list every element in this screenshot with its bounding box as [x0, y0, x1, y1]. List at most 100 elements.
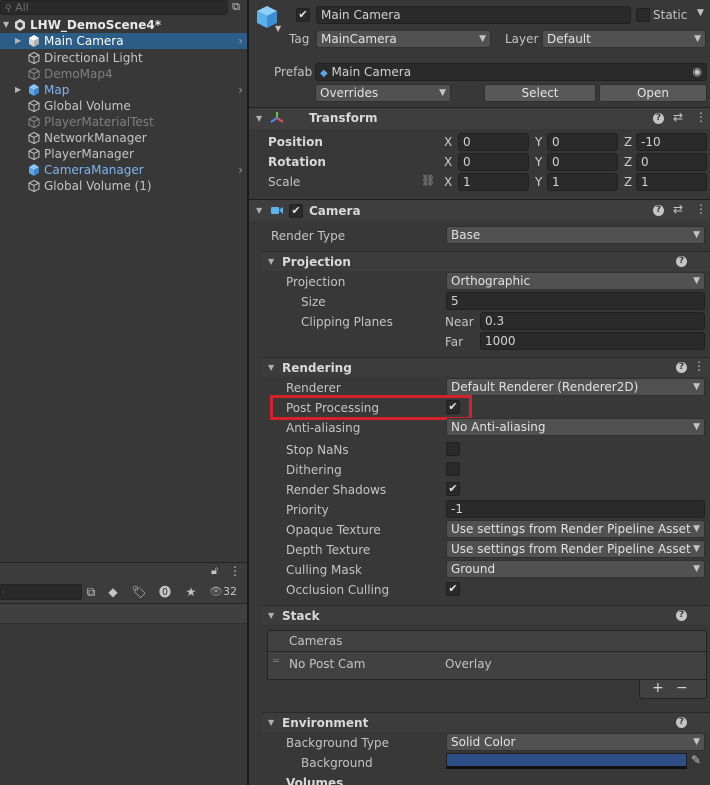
chevron-right-icon[interactable]: ›	[238, 33, 243, 49]
drag-handle-icon[interactable]: ═	[273, 656, 279, 667]
occlusion-culling-checkbox[interactable]: ✔	[446, 582, 460, 596]
search-by-type-icon[interactable]: ⧉	[82, 584, 100, 600]
rotation-z-input[interactable]: 0	[636, 153, 707, 171]
environment-section-header[interactable]: ▼ Environment ?	[261, 712, 710, 732]
stack-section-header[interactable]: ▼ Stack ?	[261, 605, 710, 625]
anti-aliasing-dropdown[interactable]: No Anti-aliasing ▼	[446, 418, 705, 436]
position-y-input[interactable]: 0	[547, 133, 618, 151]
eyedropper-icon[interactable]: ✎	[691, 753, 701, 767]
help-icon[interactable]: ?	[653, 113, 664, 124]
add-icon[interactable]: +	[652, 680, 664, 696]
position-z-input[interactable]: -10	[636, 133, 707, 151]
render-type-dropdown[interactable]: Base ▼	[446, 226, 705, 244]
kebab-menu-icon[interactable]: ⋮	[229, 564, 241, 578]
expand-arrow-icon[interactable]: ▼	[3, 17, 9, 33]
near-input[interactable]: 0.3	[480, 312, 705, 330]
depth-texture-dropdown[interactable]: Use settings from Render Pipeline Asset ▼	[446, 540, 705, 558]
overrides-dropdown[interactable]: Overrides ▼	[315, 84, 451, 102]
warning-toggle-icon[interactable]: ⓿	[156, 584, 174, 600]
kebab-menu-icon[interactable]: ⋮	[695, 110, 707, 124]
collapse-arrow-icon[interactable]: ▼	[268, 257, 274, 266]
help-icon[interactable]: ?	[676, 717, 687, 728]
help-icon[interactable]: ?	[676, 610, 687, 621]
prefab-asset-field[interactable]: ◆ Main Camera ◉	[315, 63, 707, 81]
background-type-dropdown[interactable]: Solid Color ▼	[446, 733, 705, 751]
object-name-input[interactable]: Main Camera	[316, 6, 631, 24]
chevron-right-icon[interactable]: ›	[238, 162, 243, 178]
projection-section-header[interactable]: ▼ Projection ?	[261, 251, 710, 271]
projection-dropdown[interactable]: Orthographic ▼	[446, 272, 705, 290]
prefab-value: Main Camera	[331, 65, 412, 79]
hierarchy-item-map[interactable]: ▶ Map ›	[0, 82, 247, 98]
help-icon[interactable]: ?	[653, 205, 664, 216]
static-dropdown-arrow-icon[interactable]: ▼	[697, 8, 704, 18]
position-x-input[interactable]: 0	[458, 133, 529, 151]
filter-by-type-icon[interactable]: ◆	[104, 584, 122, 600]
stop-nans-checkbox[interactable]	[446, 442, 460, 456]
presets-icon[interactable]: ⇄	[673, 202, 683, 216]
icon-dropdown-arrow-icon[interactable]: ▼	[275, 24, 281, 33]
camera-component-header[interactable]: ▼ ✔ Camera ? ⇄ ⋮	[249, 199, 710, 221]
hierarchy-item-player-material-test[interactable]: PlayerMaterialTest	[0, 114, 247, 130]
scale-x-input[interactable]: 1	[458, 173, 529, 191]
scale-y-input[interactable]: 1	[547, 173, 618, 191]
help-icon[interactable]: ?	[676, 362, 687, 373]
renderer-dropdown[interactable]: Default Renderer (Renderer2D) ▼	[446, 378, 705, 396]
chevron-right-icon[interactable]: ›	[238, 82, 243, 98]
collapse-arrow-icon[interactable]: ▼	[268, 611, 274, 620]
hierarchy-item-global-volume[interactable]: Global Volume	[0, 98, 247, 114]
select-button[interactable]: Select	[484, 84, 596, 102]
background-color-swatch[interactable]	[446, 753, 687, 769]
rotation-y-input[interactable]: 0	[547, 153, 618, 171]
presets-icon[interactable]: ⇄	[673, 110, 683, 124]
remove-icon[interactable]: −	[676, 680, 688, 696]
collapse-arrow-icon[interactable]: ▼	[268, 718, 274, 727]
rendering-section-header[interactable]: ▼ Rendering ? ⋮	[261, 357, 710, 377]
favorite-star-icon[interactable]: ★	[182, 584, 200, 600]
size-input[interactable]: 5	[446, 292, 705, 310]
open-button[interactable]: Open	[599, 84, 707, 102]
hierarchy-item-player-manager[interactable]: PlayerManager	[0, 146, 247, 162]
collapse-arrow-icon[interactable]: ▼	[256, 206, 262, 215]
collapse-arrow-icon[interactable]: ▼	[256, 114, 262, 123]
project-search-input[interactable]	[0, 584, 82, 600]
hierarchy-item-main-camera[interactable]: ▶ Main Camera ›	[0, 33, 247, 49]
dithering-checkbox[interactable]	[446, 462, 460, 476]
far-input[interactable]: 1000	[480, 332, 705, 350]
layer-dropdown[interactable]: Default ▼	[542, 30, 706, 48]
hierarchy-item-demomap4[interactable]: DemoMap4	[0, 66, 247, 82]
scale-z-input[interactable]: 1	[636, 173, 707, 191]
lock-icon[interactable]: 🔓︎	[211, 564, 218, 578]
scene-row[interactable]: ▼ LHW_DemoScene4*	[0, 17, 247, 33]
hierarchy-item-camera-manager[interactable]: CameraManager ›	[0, 162, 247, 178]
hierarchy-item-directional-light[interactable]: Directional Light	[0, 50, 247, 66]
kebab-menu-icon[interactable]: ⋮	[695, 202, 707, 216]
stack-camera-item[interactable]: ═ No Post Cam Overlay	[268, 654, 706, 674]
object-picker-icon[interactable]: ◉	[692, 64, 702, 80]
active-checkbox[interactable]: ✔	[296, 8, 310, 22]
axis-z-label: Z	[624, 135, 633, 149]
filter-by-label-icon[interactable]: 🏷︎	[130, 584, 148, 600]
collapse-arrow-icon[interactable]: ▼	[268, 363, 274, 372]
culling-mask-dropdown[interactable]: Ground ▼	[446, 560, 705, 578]
priority-input[interactable]: -1	[446, 500, 705, 518]
render-shadows-label: Render Shadows	[286, 483, 387, 497]
hierarchy-item-global-volume-1[interactable]: Global Volume (1)	[0, 178, 247, 194]
tag-dropdown[interactable]: MainCamera ▼	[316, 30, 491, 48]
render-shadows-checkbox[interactable]: ✔	[446, 482, 460, 496]
project-panel-header: 🔓︎ ⋮	[0, 562, 247, 580]
search-by-type-icon[interactable]: ⧉	[229, 0, 243, 14]
rotation-x-input[interactable]: 0	[458, 153, 529, 171]
gameobject-icon	[28, 131, 40, 145]
expand-arrow-icon[interactable]: ▶	[15, 33, 21, 49]
expand-arrow-icon[interactable]: ▶	[15, 82, 21, 98]
hierarchy-item-network-manager[interactable]: NetworkManager	[0, 130, 247, 146]
help-icon[interactable]: ?	[676, 256, 687, 267]
transform-component-header[interactable]: ▼ Transform ? ⇄ ⋮	[249, 107, 710, 129]
constrain-proportions-link-icon[interactable]: ⛓︎	[421, 174, 435, 187]
static-checkbox[interactable]	[636, 8, 650, 22]
kebab-menu-icon[interactable]: ⋮	[693, 359, 705, 373]
camera-enabled-checkbox[interactable]: ✔	[289, 204, 303, 218]
opaque-texture-dropdown[interactable]: Use settings from Render Pipeline Asset ▼	[446, 520, 705, 538]
hierarchy-search-input[interactable]: ⚲ All	[0, 0, 228, 15]
